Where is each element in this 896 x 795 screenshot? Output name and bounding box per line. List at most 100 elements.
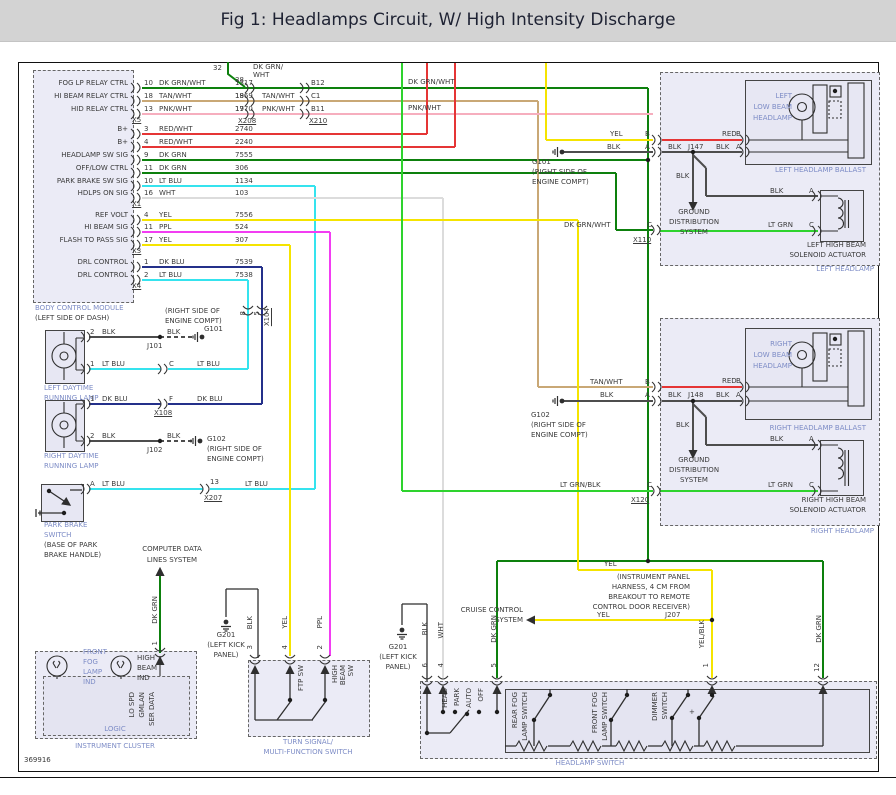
label-b: B+ bbox=[117, 138, 128, 146]
label-524: 524 bbox=[235, 223, 249, 231]
label-g201: G201 bbox=[388, 643, 408, 651]
label-c: C bbox=[169, 360, 174, 368]
label-dk-grn: DK GRN bbox=[815, 615, 823, 643]
label-10: 10 bbox=[144, 177, 153, 185]
label-rear-fog: REAR FOG bbox=[511, 692, 519, 729]
label-instrument-panel: (INSTRUMENT PANEL bbox=[616, 573, 690, 581]
label-solenoid-actuator: SOLENOID ACTUATOR bbox=[789, 506, 866, 514]
label-blk: BLK bbox=[676, 172, 690, 180]
label-yel: YEL bbox=[610, 130, 623, 138]
label-front-fog: FRONT FOG bbox=[591, 692, 599, 734]
label-turn-signal: TURN SIGNAL/ bbox=[283, 738, 333, 746]
label-a: A bbox=[645, 143, 650, 151]
label-11: 11 bbox=[144, 223, 153, 231]
label-b12: B12 bbox=[311, 79, 325, 87]
label-lt-blu: LT BLU bbox=[102, 360, 125, 368]
label-blk: BLK bbox=[102, 432, 116, 440]
label-j102: J102 bbox=[147, 446, 163, 454]
label-ground: GROUND bbox=[678, 456, 710, 464]
label-park-brake-sw-sig: PARK BRAKE SW SIG bbox=[56, 177, 128, 185]
label-103: 103 bbox=[235, 189, 249, 197]
label-a: A bbox=[809, 187, 814, 195]
label-32: 32 bbox=[213, 64, 222, 72]
label-a: A bbox=[645, 391, 650, 399]
label-fog-lp-relay-ctrl: FOG LP RELAY CTRL bbox=[58, 79, 128, 87]
label-brake-handle: BRAKE HANDLE) bbox=[44, 551, 102, 559]
label-c: C bbox=[647, 481, 652, 489]
label-red-wht: RED/WHT bbox=[159, 138, 193, 146]
label-: + bbox=[689, 708, 695, 716]
label-right-daytime: RIGHT DAYTIME bbox=[44, 452, 99, 460]
label-system: SYSTEM bbox=[680, 228, 708, 236]
label-dk-grn-wht: DK GRN/WHT bbox=[564, 221, 611, 229]
label-breakout-to-remote: BREAKOUT TO REMOTE bbox=[608, 593, 690, 601]
label-engine-compt: ENGINE COMPT) bbox=[532, 178, 589, 186]
label-blk: BLK bbox=[102, 328, 116, 336]
label-18: 18 bbox=[144, 92, 153, 100]
label-b11: B11 bbox=[311, 105, 325, 113]
label-ppl: PPL bbox=[159, 223, 172, 231]
label-left-kick: (LEFT KICK bbox=[379, 653, 417, 661]
label-lt-grn: LT GRN bbox=[768, 481, 793, 489]
label-head: HEAD bbox=[441, 688, 449, 708]
label-b: B bbox=[736, 377, 741, 385]
label-hid-relay-ctrl: HID RELAY CTRL bbox=[71, 105, 128, 113]
label-body-control-module: BODY CONTROL MODULE bbox=[35, 304, 124, 312]
label-lo-spd: LO SPD bbox=[128, 692, 136, 718]
label-right-side-of: (RIGHT SIDE OF bbox=[531, 421, 586, 429]
label-g201: G201 bbox=[216, 631, 236, 639]
label-tan-wht: TAN/WHT bbox=[159, 92, 192, 100]
label-1: 1 bbox=[90, 395, 95, 403]
label-blk: BLK bbox=[246, 616, 254, 630]
label-engine-compt: ENGINE COMPT) bbox=[165, 317, 222, 325]
label-yel: YEL bbox=[159, 211, 172, 219]
label-dk-blu: DK BLU bbox=[159, 258, 185, 266]
label-yel: YEL bbox=[597, 611, 610, 619]
label-hi-beam-sig: HI BEAM SIG bbox=[84, 223, 128, 231]
label-b: B+ bbox=[117, 125, 128, 133]
label-low-beam: LOW BEAM bbox=[753, 103, 792, 111]
label-distribution: DISTRIBUTION bbox=[668, 466, 720, 474]
label-pnk-wht: PNK/WHT bbox=[262, 105, 295, 113]
label-7539: 7539 bbox=[235, 258, 253, 266]
label-blk: BLK bbox=[421, 622, 429, 636]
label-running-lamp: RUNNING LAMP bbox=[44, 462, 99, 470]
label-blk: BLK bbox=[167, 328, 181, 336]
label-x104: X104 bbox=[263, 308, 271, 327]
label-2: 2 bbox=[144, 271, 149, 279]
label-instrument-cluster: INSTRUMENT CLUSTER bbox=[75, 742, 155, 750]
label-blk: BLK bbox=[167, 432, 181, 440]
label-red-wht: RED/WHT bbox=[159, 125, 193, 133]
label-red: RED bbox=[722, 377, 737, 385]
label-11: 11 bbox=[144, 164, 153, 172]
label-engine-compt: ENGINE COMPT) bbox=[531, 431, 588, 439]
label-x108: X108 bbox=[154, 409, 173, 417]
label-2240: 2240 bbox=[235, 138, 253, 146]
g102-ground-icon bbox=[190, 435, 203, 447]
label-x3: X3 bbox=[132, 247, 142, 255]
label-blk: BLK bbox=[716, 143, 730, 151]
label-1134: 1134 bbox=[235, 177, 253, 185]
label-lt-blu: LT BLU bbox=[197, 360, 220, 368]
label-j148: J148 bbox=[688, 391, 704, 399]
label-pnk-wht: PNK/WHT bbox=[159, 105, 192, 113]
label-base-of-park: (BASE OF PARK bbox=[44, 541, 98, 549]
label-x120: X120 bbox=[631, 496, 650, 504]
label-ppl: PPL bbox=[316, 616, 324, 629]
label-blk: BLK bbox=[676, 421, 690, 429]
label-1: 1 bbox=[151, 641, 159, 646]
label-control-door-receiver: CONTROL DOOR RECEIVER) bbox=[592, 603, 690, 611]
label-pnk-wht: PNK/WHT bbox=[408, 104, 441, 112]
label-dk-grn: DK GRN bbox=[159, 151, 187, 159]
label-right: RIGHT bbox=[770, 340, 792, 348]
label-dk-grn-wht: DK GRN/WHT bbox=[159, 79, 206, 87]
label-lamp: LAMP bbox=[83, 668, 103, 676]
label-307: 307 bbox=[235, 236, 249, 244]
label-yel: YEL bbox=[281, 616, 289, 629]
label-park-brake: PARK BRAKE bbox=[44, 521, 88, 529]
label-ftp-sw: FTP SW bbox=[297, 665, 305, 691]
label-lt-blu: LT BLU bbox=[159, 177, 182, 185]
label-gmlan: GMLAN bbox=[138, 692, 146, 718]
label-a: A bbox=[736, 391, 741, 399]
label-left-headlamp: LEFT HEADLAMP bbox=[816, 265, 874, 273]
